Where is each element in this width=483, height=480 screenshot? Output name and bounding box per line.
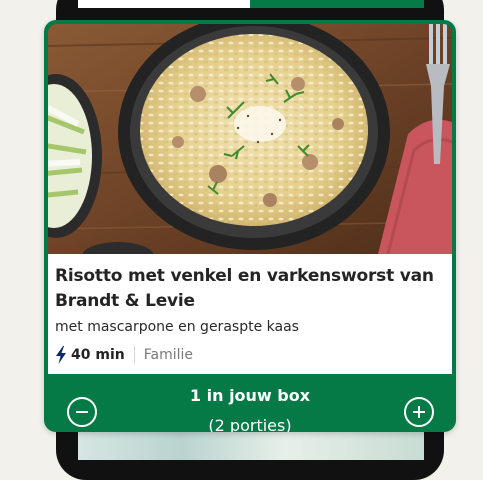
meta-divider — [133, 346, 135, 364]
recipe-meta: 40 min Familie — [55, 345, 193, 365]
box-controls: 1 in jouw box (2 porties) — [44, 374, 456, 432]
next-recipe-preview — [78, 432, 424, 460]
recipe-info[interactable]: Risotto met venkel en varkensworst van B… — [48, 254, 452, 374]
recipe-title[interactable]: Risotto met venkel en varkensworst van B… — [55, 264, 435, 314]
recipe-card[interactable]: Risotto met venkel en varkensworst van B… — [44, 20, 456, 432]
increase-button[interactable] — [404, 397, 434, 427]
recipe-tag: Familie — [143, 347, 193, 363]
prep-time: 40 min — [71, 347, 125, 363]
box-portions-label: (2 porties) — [208, 416, 292, 432]
plus-circle-icon — [413, 406, 425, 418]
phone-screen-top-bar — [250, 0, 424, 8]
box-count-label: 1 in jouw box — [189, 386, 311, 405]
recipe-subtitle: met mascarpone en geraspte kaas — [55, 319, 299, 335]
lightning-bolt-icon — [55, 346, 67, 364]
recipe-image[interactable] — [48, 24, 452, 254]
